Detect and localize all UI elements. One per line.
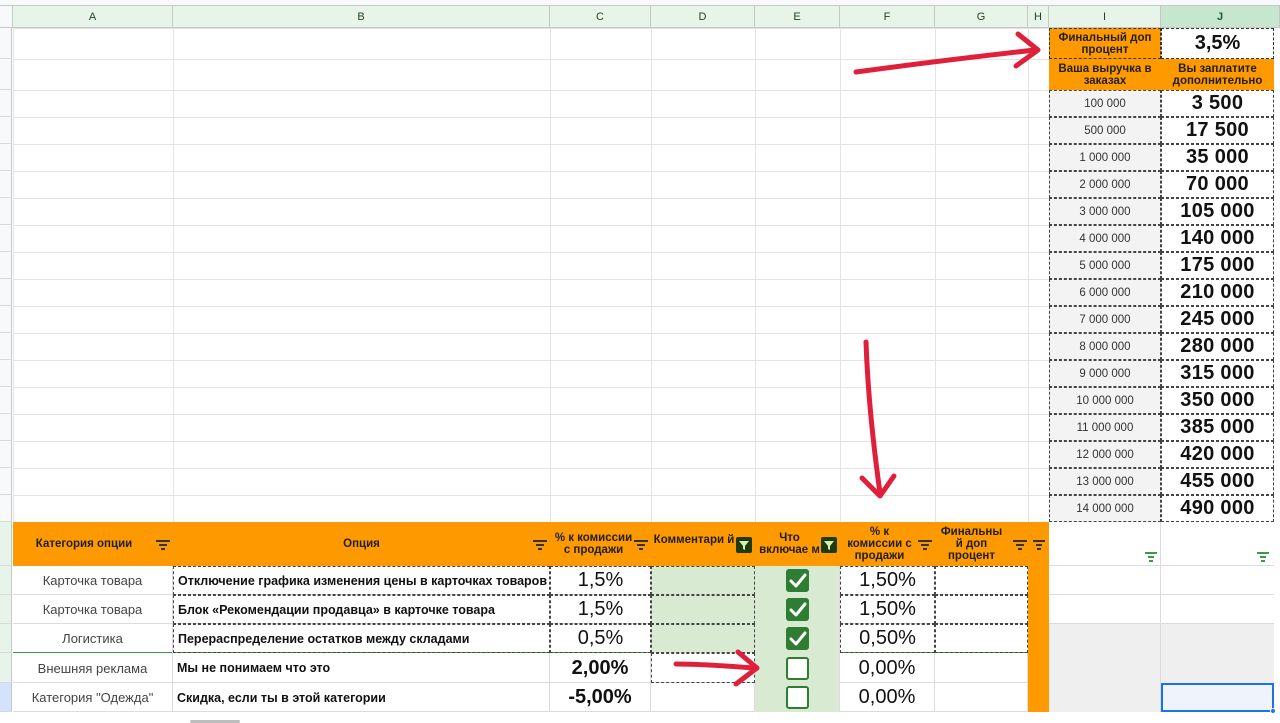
annotation-arrows <box>673 31 1041 687</box>
arrow-to-final-percent <box>853 47 1038 75</box>
spreadsheet-grid: A B C D E F G H I J Финальный доп процен… <box>0 0 1280 723</box>
arrow-to-table <box>863 339 883 496</box>
arrow-to-checkbox <box>673 661 757 671</box>
